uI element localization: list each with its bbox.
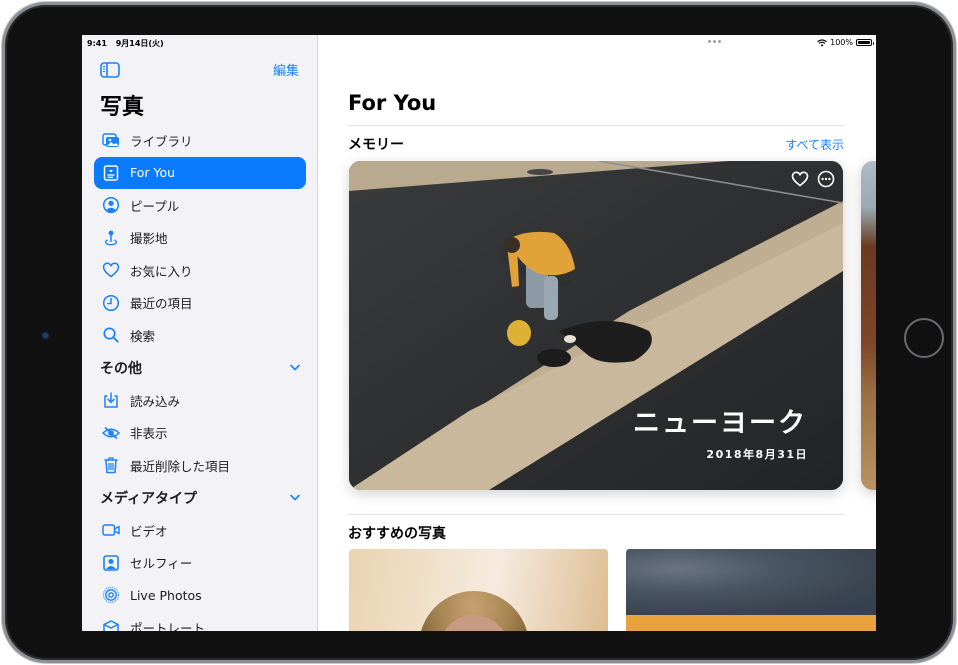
person-circle-icon [102, 196, 120, 214]
eye-slash-icon [102, 424, 120, 442]
status-bar-left: 9:41 9月14日(火) [87, 38, 170, 49]
map-pin-icon [102, 229, 120, 247]
trash-icon [102, 456, 120, 474]
sidebar-item-label: Live Photos [130, 587, 202, 603]
sidebar-item-selfies[interactable]: セルフィー [94, 547, 306, 580]
sidebar-item-places[interactable]: 撮影地 [94, 222, 306, 255]
front-camera [41, 331, 50, 340]
sidebar-item-label: For You [130, 165, 176, 181]
portrait-cube-icon [102, 619, 120, 631]
divider [348, 514, 844, 515]
sidebar-item-people[interactable]: ピープル [94, 189, 306, 222]
sidebar-item-label: 読み込み [130, 393, 181, 409]
sidebar-item-label: 撮影地 [130, 231, 168, 247]
memory-title: ニューヨーク [633, 408, 807, 439]
screen: 9:41 9月14日(火) 編集 写真 ライブラリ For You ピープル 撮… [82, 35, 876, 631]
chevron-down-icon[interactable] [290, 494, 300, 501]
edit-button[interactable]: 編集 [273, 60, 299, 79]
photo-library-icon [102, 131, 120, 149]
sidebar-item-label: 非表示 [130, 426, 168, 442]
memory-date: 2018年8月31日 [706, 448, 808, 461]
sidebar-item-label: お気に入り [130, 263, 193, 279]
memory-card-next[interactable] [861, 161, 876, 490]
memory-card[interactable]: ニューヨーク 2018年8月31日 [349, 161, 843, 490]
battery-percent: 100% [830, 38, 853, 47]
photo-sky [626, 549, 876, 615]
memories-title: メモリー [348, 137, 404, 153]
photo-wall [626, 615, 876, 631]
section-header-media-types[interactable]: メディアタイプ [94, 482, 306, 515]
battery-icon [856, 39, 874, 46]
sidebar-item-live-photos[interactable]: Live Photos [94, 579, 306, 612]
sidebar-item-label: ビデオ [130, 523, 168, 539]
more-icon[interactable] [817, 170, 835, 188]
featured-photo[interactable] [626, 549, 876, 631]
sidebar-item-label: ピープル [130, 198, 180, 214]
sidebar-item-recents[interactable]: 最近の項目 [94, 287, 306, 320]
sidebar-item-label: 最近の項目 [130, 296, 193, 312]
chevron-down-icon[interactable] [290, 364, 300, 371]
clock-icon [102, 294, 120, 312]
sidebar-title: 写真 [100, 95, 145, 120]
sidebar-item-label: ポートレート [130, 621, 206, 631]
sidebar: 9:41 9月14日(火) 編集 写真 ライブラリ For You ピープル 撮… [82, 35, 318, 631]
sidebar-nav: ライブラリ For You ピープル 撮影地 お気に入り 最近の項目 検索 その… [94, 124, 306, 631]
sidebar-icon[interactable] [100, 62, 120, 78]
sidebar-item-imports[interactable]: 読み込み [94, 384, 306, 417]
import-icon [102, 391, 120, 409]
multitasking-handle[interactable] [708, 40, 721, 43]
status-bar-right: 100% [817, 38, 874, 47]
sidebar-item-search[interactable]: 検索 [94, 319, 306, 352]
sidebar-item-for-you[interactable]: For You [94, 156, 306, 189]
page-title: For You [348, 91, 437, 115]
video-icon [102, 521, 120, 539]
status-time: 9:41 [87, 39, 107, 48]
section-header-other[interactable]: その他 [94, 352, 306, 385]
status-date: 9月14日(火) [115, 39, 164, 48]
wifi-icon [817, 38, 827, 47]
memory-card-actions [791, 170, 835, 188]
sidebar-item-library[interactable]: ライブラリ [94, 124, 306, 157]
see-all-link[interactable]: すべて表示 [785, 136, 844, 153]
sidebar-item-label: 最近削除した項目 [130, 458, 231, 474]
sidebar-item-favorites[interactable]: お気に入り [94, 254, 306, 287]
selfie-icon [102, 554, 120, 572]
sidebar-item-portrait[interactable]: ポートレート [94, 612, 306, 631]
memory-photo [349, 161, 843, 490]
for-you-icon [102, 164, 120, 182]
search-icon [102, 326, 120, 344]
featured-photos-title: おすすめの写真 [348, 526, 446, 542]
divider [348, 125, 844, 126]
sidebar-item-videos[interactable]: ビデオ [94, 514, 306, 547]
heart-icon[interactable] [791, 170, 809, 188]
sidebar-item-recently-deleted[interactable]: 最近削除した項目 [94, 449, 306, 482]
home-button[interactable] [904, 318, 944, 358]
heart-icon [102, 261, 120, 279]
section-title: その他 [100, 360, 142, 377]
live-photos-icon [102, 586, 120, 604]
sidebar-item-label: 検索 [130, 328, 156, 344]
featured-photo[interactable] [349, 549, 608, 631]
main-content: 100% For You メモリー すべて表示 ニューヨーク 2018年8月31… [319, 35, 876, 631]
sidebar-item-hidden[interactable]: 非表示 [94, 417, 306, 450]
sidebar-item-label: ライブラリ [130, 133, 193, 149]
sidebar-item-label: セルフィー [130, 556, 193, 572]
section-title: メディアタイプ [100, 490, 198, 507]
